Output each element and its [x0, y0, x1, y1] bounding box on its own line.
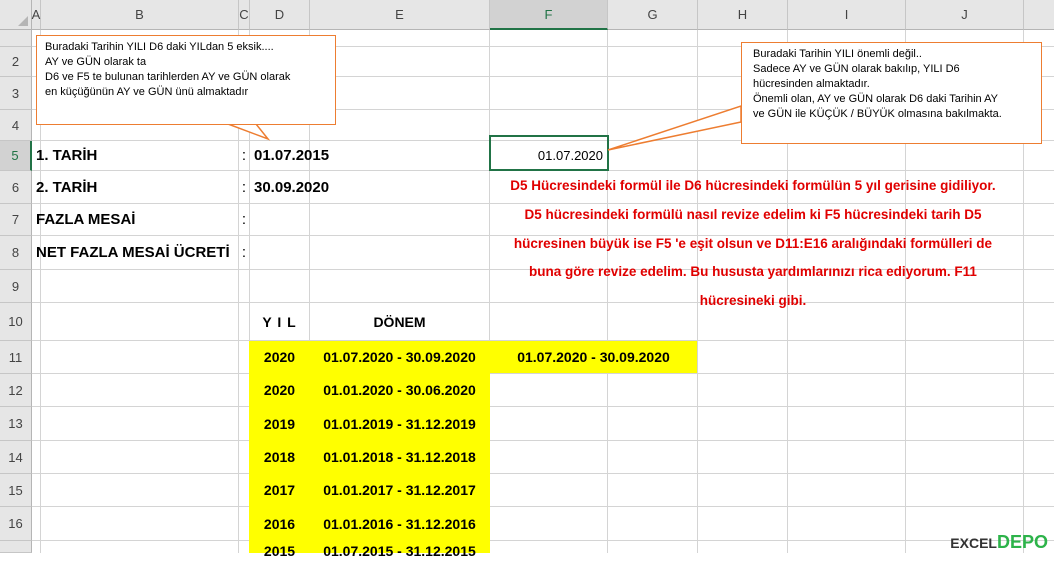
column-header-d[interactable]: D — [250, 0, 310, 30]
left-callout-line: AY ve GÜN olarak ta — [45, 56, 147, 68]
row-header-4[interactable]: 4 — [0, 110, 32, 141]
red-note: D5 Hücresindeki formül ile D6 hücresinde… — [492, 172, 1014, 316]
row-header-14[interactable]: 14 — [0, 441, 32, 474]
row-header-9[interactable]: 9 — [0, 270, 32, 303]
table-row-year[interactable]: 2019 — [250, 407, 309, 440]
column-header-j[interactable]: J — [906, 0, 1024, 30]
left-callout[interactable]: Buradaki Tarihin YILI D6 daki YILdan 5 e… — [36, 35, 336, 125]
column-header-b[interactable]: B — [41, 0, 239, 30]
left-callout-line: en küçüğünün AY ve GÜN ünü almaktadır — [45, 86, 249, 98]
table-row-period[interactable]: 01.01.2020 - 30.06.2020 — [310, 374, 489, 406]
table-row-year[interactable]: 2020 — [250, 374, 309, 406]
cell-f11[interactable]: 01.07.2020 - 30.09.2020 — [490, 341, 697, 373]
cell-b5[interactable]: 1. TARİH — [32, 141, 238, 170]
table-row-period[interactable]: 01.01.2018 - 31.12.2018 — [310, 441, 489, 473]
row-header-1[interactable] — [0, 30, 32, 47]
row-header-15[interactable]: 15 — [0, 474, 32, 507]
column-header-e[interactable]: E — [310, 0, 490, 30]
row-header-8[interactable]: 8 — [0, 236, 32, 270]
red-note-line: D5 hücresindeki formülü nasıl revize ede… — [524, 206, 982, 222]
spreadsheet-grid[interactable]: A B C D E F G H I J 2 3 4 5 6 7 8 9 10 1… — [0, 0, 1054, 559]
left-callout-pointer — [227, 123, 271, 141]
cell-c8[interactable]: : — [239, 236, 249, 269]
row-header-6[interactable]: 6 — [0, 171, 32, 204]
column-header-c[interactable]: C — [239, 0, 250, 30]
cell-b8[interactable]: NET FAZLA MESAİ ÜCRETİ — [32, 236, 238, 269]
table-row-period[interactable]: 01.07.2015 - 31.12.2015 — [310, 543, 489, 565]
cell-d6[interactable]: 30.09.2020 — [250, 171, 489, 203]
cell-b6[interactable]: 2. TARİH — [32, 171, 238, 203]
table-row-year[interactable]: 2016 — [250, 507, 309, 540]
active-cell-selection — [489, 135, 609, 171]
cell-c7[interactable]: : — [239, 204, 249, 235]
table-row-year[interactable]: 2017 — [250, 474, 309, 506]
gridline — [32, 473, 1054, 474]
right-callout-line: Önemli olan, AY ve GÜN olarak D6 daki Ta… — [753, 93, 998, 105]
table-row-year[interactable]: 2020 — [250, 341, 309, 373]
right-callout-line: Sadece AY ve GÜN olarak bakılıp, YILI D6 — [753, 63, 960, 75]
gridline — [32, 540, 1054, 541]
excel-depo-logo: EXCELDEPO — [950, 532, 1048, 553]
column-header-i[interactable]: I — [788, 0, 906, 30]
column-header-a[interactable]: A — [32, 0, 41, 30]
row-header-2[interactable]: 2 — [0, 47, 32, 77]
table-header-period[interactable]: DÖNEM — [310, 303, 489, 340]
right-callout-line: hücresinden almaktadır. — [753, 78, 870, 90]
cell-d5[interactable]: 01.07.2015 — [250, 141, 489, 170]
row-header-3[interactable]: 3 — [0, 77, 32, 110]
row-header-7[interactable]: 7 — [0, 204, 32, 236]
logo-prefix: EXCEL — [950, 535, 997, 551]
gridline — [32, 506, 1054, 507]
row-header-11[interactable]: 11 — [0, 341, 32, 374]
left-callout-line: D6 ve F5 te bulunan tarihlerden AY ve GÜ… — [45, 71, 291, 83]
table-row-year[interactable]: 2018 — [250, 441, 309, 473]
cell-b7[interactable]: FAZLA MESAİ — [32, 204, 238, 235]
right-callout[interactable]: Buradaki Tarihin YILI önemli değil.. Sad… — [741, 42, 1042, 144]
table-row-period[interactable]: 01.01.2016 - 31.12.2016 — [310, 507, 489, 540]
red-note-line: hücresinen büyük ise F5 'e eşit olsun ve… — [513, 235, 993, 251]
column-header-overflow — [1024, 0, 1054, 30]
table-row-period[interactable]: 01.07.2020 - 30.09.2020 — [310, 341, 489, 373]
row-header-17[interactable] — [0, 541, 32, 553]
table-header-year[interactable]: Y I L — [250, 303, 309, 340]
gridline — [32, 440, 1054, 441]
red-note-line: buna göre revize edelim. Bu hususta yard… — [529, 264, 977, 280]
logo-suffix: DEPO — [996, 532, 1048, 552]
table-row-year[interactable]: 2015 — [250, 543, 309, 565]
column-header-g[interactable]: G — [608, 0, 698, 30]
right-callout-pointer — [607, 104, 742, 151]
row-header-12[interactable]: 12 — [0, 374, 32, 407]
select-all-corner[interactable] — [0, 0, 32, 30]
cell-c5[interactable]: : — [239, 141, 249, 170]
red-note-line: D5 Hücresindeki formül ile D6 hücresinde… — [510, 178, 996, 193]
cell-c6[interactable]: : — [239, 171, 249, 203]
red-note-line: hücresineki gibi. — [699, 293, 807, 309]
left-callout-line: Buradaki Tarihin YILI D6 daki YILdan 5 e… — [45, 41, 274, 53]
column-header-f[interactable]: F — [490, 0, 608, 30]
right-callout-line: ve GÜN ile KÜÇÜK / BÜYÜK olmasına bakılm… — [753, 108, 1002, 120]
row-header-5[interactable]: 5 — [0, 141, 32, 171]
gridline — [32, 373, 1054, 374]
table-row-period[interactable]: 01.01.2017 - 31.12.2017 — [310, 474, 489, 506]
gridline — [32, 406, 1054, 407]
table-row-period[interactable]: 01.01.2019 - 31.12.2019 — [310, 407, 489, 440]
column-header-h[interactable]: H — [698, 0, 788, 30]
row-header-16[interactable]: 16 — [0, 507, 32, 541]
right-callout-line: Buradaki Tarihin YILI önemli değil.. — [753, 48, 922, 60]
row-header-10[interactable]: 10 — [0, 303, 32, 341]
row-header-13[interactable]: 13 — [0, 407, 32, 441]
